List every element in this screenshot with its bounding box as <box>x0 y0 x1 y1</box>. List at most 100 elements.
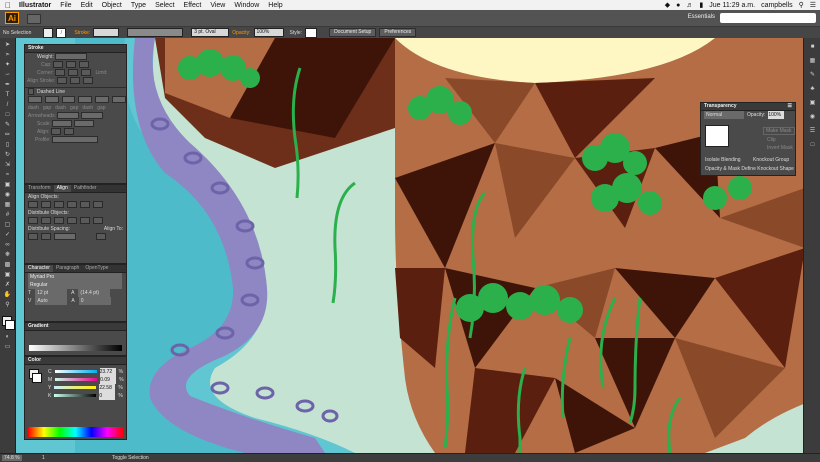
yellow-field[interactable]: 22.58 <box>99 384 116 392</box>
font-size-field[interactable]: 12 pt <box>35 289 68 297</box>
scale-tool-icon[interactable]: ⇲ <box>3 162 12 169</box>
brush-definition-field[interactable]: 3 pt. Oval <box>191 28 230 37</box>
round-cap-button[interactable] <box>65 61 76 69</box>
tab-pathfinder[interactable]: Pathfinder <box>71 185 100 192</box>
cyan-field[interactable]: 23.72 <box>99 368 116 376</box>
menu-object[interactable]: Object <box>102 2 122 9</box>
stroke-weight-field[interactable] <box>93 28 120 37</box>
dash-field[interactable] <box>95 96 110 103</box>
selection-tool-icon[interactable]: ➤ <box>3 42 12 49</box>
stroke-color-swatch[interactable] <box>5 320 15 330</box>
zoom-field[interactable]: 74.8 % <box>2 455 22 461</box>
lasso-tool-icon[interactable]: ∽ <box>3 72 12 79</box>
profile-select[interactable] <box>51 136 98 144</box>
arrow-place-button[interactable] <box>63 128 74 136</box>
knockout-group-checkbox[interactable]: Knockout Group <box>753 157 789 163</box>
color-guide-icon[interactable]: ■ <box>808 44 817 51</box>
hand-tool-icon[interactable]: ✋ <box>3 292 12 299</box>
tab-character[interactable]: Character <box>25 265 53 272</box>
align-bottom-icon[interactable] <box>93 201 103 209</box>
stroke-label[interactable]: Stroke: <box>74 29 90 37</box>
blend-tool-icon[interactable]: ∞ <box>3 242 12 249</box>
zoom-tool-icon[interactable]: ⚲ <box>3 302 12 309</box>
menu-window[interactable]: Window <box>234 2 259 9</box>
width-tool-icon[interactable]: ≈ <box>3 172 12 179</box>
fill-swatch[interactable] <box>43 27 54 38</box>
layers-icon[interactable]: ☰ <box>808 128 817 135</box>
graphic-styles-icon[interactable]: ▣ <box>808 100 817 107</box>
rectangle-tool-icon[interactable]: □ <box>3 112 12 119</box>
tab-align[interactable]: Align <box>53 185 71 192</box>
distribute-top-icon[interactable] <box>28 217 38 225</box>
opacity-label[interactable]: Opacity: <box>232 29 250 37</box>
distribute-right-icon[interactable] <box>93 217 103 225</box>
horizontal-spacing-icon[interactable] <box>41 233 51 241</box>
screen-mode-icon[interactable]: ▭ <box>3 344 12 351</box>
align-v-center-icon[interactable] <box>80 201 90 209</box>
align-right-icon[interactable] <box>54 201 64 209</box>
tab-paragraph[interactable]: Paragraph <box>53 265 82 272</box>
isolate-blending-checkbox[interactable]: Isolate Blending <box>705 157 741 163</box>
align-h-center-icon[interactable] <box>41 201 51 209</box>
gradient-tool-icon[interactable]: ▢ <box>3 222 12 229</box>
color-stroke-swatch[interactable] <box>32 373 42 383</box>
gap-field[interactable] <box>44 96 59 103</box>
stroke-swatch[interactable]: / <box>56 27 67 38</box>
butt-cap-button[interactable] <box>52 61 63 69</box>
menu-type[interactable]: Type <box>131 2 146 9</box>
apple-icon[interactable]:  <box>5 1 11 10</box>
artboard-tool-icon[interactable]: ▣ <box>3 272 12 279</box>
document-setup-button[interactable]: Document Setup <box>329 28 377 37</box>
clock[interactable]: Jue 11:29 a.m. <box>709 2 755 9</box>
battery-icon[interactable]: ▮ <box>699 1 703 9</box>
direct-selection-tool-icon[interactable]: ➣ <box>3 52 12 59</box>
user-name[interactable]: campbells <box>761 2 793 9</box>
search-input[interactable] <box>720 13 816 23</box>
spacing-field[interactable] <box>54 233 76 241</box>
color-spectrum[interactable] <box>28 427 123 437</box>
slice-tool-icon[interactable]: ✗ <box>3 282 12 289</box>
bevel-join-button[interactable] <box>81 69 92 77</box>
end-scale-field[interactable] <box>73 120 94 128</box>
gradient-slider[interactable] <box>29 345 122 351</box>
magenta-slider[interactable] <box>55 378 98 381</box>
paintbrush-tool-icon[interactable]: ✎ <box>3 122 12 129</box>
menu-edit[interactable]: Edit <box>81 2 93 9</box>
vertical-spacing-icon[interactable] <box>28 233 38 241</box>
artboard-navigation[interactable]: 1 <box>42 455 45 461</box>
tab-transform[interactable]: Transform <box>25 185 54 192</box>
black-field[interactable]: 0 <box>99 392 116 400</box>
dropbox-icon[interactable]: ◆ <box>665 1 670 9</box>
opacity-mask-knockout-checkbox[interactable]: Opacity & Mask Define Knockout Shape <box>705 166 794 172</box>
symbols-icon[interactable]: ♣ <box>808 86 817 93</box>
brushes-icon[interactable]: ✎ <box>808 72 817 79</box>
end-arrowhead-select[interactable] <box>80 112 103 120</box>
distribute-v-center-icon[interactable] <box>41 217 51 225</box>
symbol-sprayer-tool-icon[interactable]: ❋ <box>3 252 12 259</box>
search-icon[interactable]: ⚲ <box>799 1 804 9</box>
blend-mode-select[interactable]: Normal <box>704 111 744 119</box>
variable-width-field[interactable] <box>127 28 184 37</box>
weight-field[interactable] <box>55 53 88 61</box>
miter-join-button[interactable] <box>55 69 66 77</box>
pencil-tool-icon[interactable]: ✏ <box>3 132 12 139</box>
line-tool-icon[interactable]: / <box>3 102 12 109</box>
tracking-field[interactable]: 0 <box>78 297 111 305</box>
align-inside-button[interactable] <box>69 77 80 85</box>
pen-tool-icon[interactable]: ✒ <box>3 82 12 89</box>
dashed-line-checkbox[interactable] <box>28 88 34 96</box>
workspace-switcher[interactable]: Essentials <box>688 14 715 20</box>
magenta-field[interactable]: 0.09 <box>100 376 117 384</box>
align-top-icon[interactable] <box>67 201 77 209</box>
font-style-select[interactable]: Regular <box>28 281 122 289</box>
eyedropper-tool-icon[interactable]: ✓ <box>3 232 12 239</box>
start-scale-field[interactable] <box>52 120 73 128</box>
align-center-button[interactable] <box>56 77 67 85</box>
clip-checkbox[interactable]: Clip <box>767 137 776 143</box>
distribute-left-icon[interactable] <box>67 217 77 225</box>
perspective-grid-tool-icon[interactable]: ▦ <box>3 202 12 209</box>
shape-builder-tool-icon[interactable]: ◉ <box>3 192 12 199</box>
menu-effect[interactable]: Effect <box>184 2 202 9</box>
transparency-opacity-field[interactable]: 100% <box>768 111 785 119</box>
menu-file[interactable]: File <box>60 2 71 9</box>
